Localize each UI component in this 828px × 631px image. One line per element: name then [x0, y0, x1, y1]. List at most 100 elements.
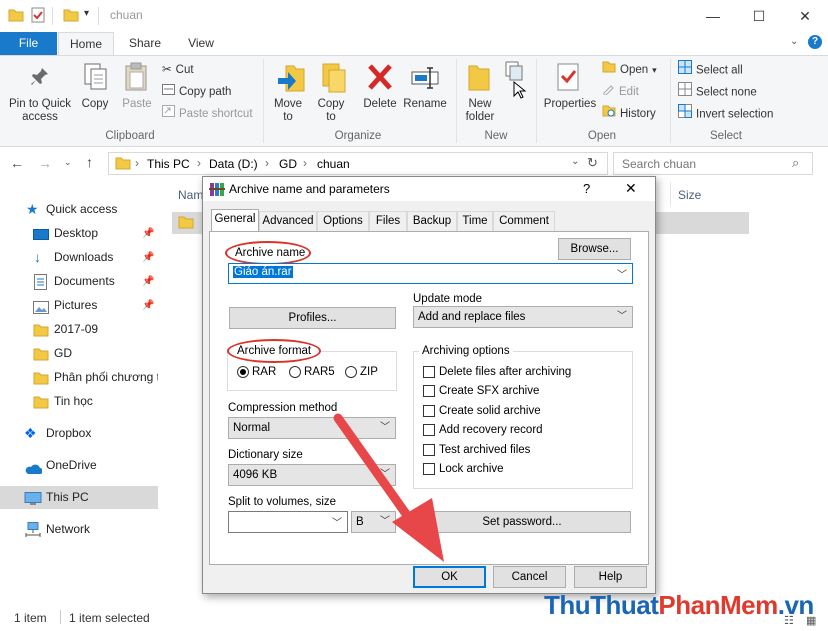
invert-selection-button[interactable]: Invert selection [678, 104, 773, 124]
paste-button[interactable]: Paste [118, 98, 156, 111]
forward-arrow-icon[interactable]: → [38, 155, 52, 171]
select-none-button[interactable]: Select none [678, 82, 757, 102]
tab-backup[interactable]: Backup [407, 211, 457, 231]
cut-button[interactable]: ✂ Cut [162, 60, 194, 80]
breadcrumb-chevron-icon[interactable]: › [303, 156, 307, 170]
recent-locations-icon[interactable]: ⌄ [64, 157, 72, 168]
delete-button[interactable]: Delete [360, 98, 400, 111]
copy-path-button[interactable]: Copy path [162, 82, 231, 102]
nav-label: Quick access [46, 202, 118, 216]
format-zip-radio[interactable]: ZIP [345, 366, 378, 378]
update-mode-select[interactable]: Add and replace files ﹀ [413, 306, 633, 328]
maximize-button[interactable]: ☐ [736, 0, 782, 32]
nav-folder-phan-phoi[interactable]: Phân phối chương t [0, 366, 158, 389]
tab-view[interactable]: View [174, 32, 228, 56]
nav-downloads[interactable]: ↓ Downloads 📌 [0, 246, 158, 269]
dialog-close-button[interactable]: ✕ [625, 180, 637, 197]
expand-ribbon-icon[interactable]: ⌄ [790, 36, 798, 47]
breadcrumb-chevron-icon[interactable]: › [197, 156, 201, 170]
column-header-name[interactable]: Nam [178, 188, 203, 202]
open-folder-icon [602, 60, 616, 80]
tab-options[interactable]: Options [317, 211, 369, 231]
nav-documents[interactable]: Documents 📌 [0, 270, 158, 293]
history-button[interactable]: History [602, 104, 656, 124]
rename-button[interactable]: Rename [402, 98, 448, 111]
move-to-button[interactable]: Move to [270, 98, 306, 124]
copy-path-label: Copy path [179, 86, 232, 99]
browse-button[interactable]: Browse... [558, 238, 631, 260]
tab-advanced[interactable]: Advanced [259, 211, 317, 231]
nav-folder-2017-09[interactable]: 2017-09 [0, 318, 158, 341]
properties-button[interactable]: Properties [540, 98, 600, 111]
new-folder-button[interactable]: New folder [460, 98, 500, 124]
nav-this-pc[interactable]: This PC [0, 486, 158, 509]
new-item-icon[interactable] [504, 60, 532, 103]
pin-to-quick-access-button[interactable]: Pin to Quick access [6, 98, 74, 124]
breadcrumb-current[interactable]: chuan [317, 157, 350, 171]
new-folder-quick-icon[interactable] [63, 8, 79, 25]
breadcrumb-gd[interactable]: GD [279, 157, 297, 171]
paste-shortcut-button[interactable]: Paste shortcut [162, 104, 253, 124]
group-separator [670, 59, 671, 143]
format-rar-radio[interactable]: RAR [237, 366, 276, 378]
organize-group-label: Organize [334, 130, 382, 142]
copy-to-icon [317, 62, 347, 97]
nav-desktop[interactable]: Desktop 📌 [0, 222, 158, 245]
tab-general[interactable]: General [211, 209, 259, 232]
tab-files[interactable]: Files [369, 211, 407, 231]
format-rar5-radio[interactable]: RAR5 [289, 366, 335, 378]
open-button[interactable]: Open ▾ [602, 60, 657, 80]
cancel-button[interactable]: Cancel [493, 566, 566, 588]
computer-icon [24, 491, 42, 514]
option-delete-after[interactable]: Delete files after archiving [423, 366, 571, 378]
nav-quick-access[interactable]: ★ Quick access [0, 198, 158, 221]
move-to-icon [276, 62, 306, 97]
archive-name-input[interactable]: Giáo án.rar ﹀ [228, 263, 633, 284]
nav-pictures[interactable]: Pictures 📌 [0, 294, 158, 317]
tab-file[interactable]: File [0, 32, 57, 56]
address-dropdown-icon[interactable]: ⌄ [571, 156, 579, 167]
breadcrumb-chevron-icon[interactable]: › [265, 156, 269, 170]
tab-time[interactable]: Time [457, 211, 493, 231]
select-none-label: Select none [696, 86, 757, 99]
nav-folder-gd[interactable]: GD [0, 342, 158, 365]
back-arrow-icon[interactable]: ← [10, 155, 24, 171]
search-input[interactable]: Search chuan [613, 152, 813, 175]
status-item-count: 1 item [14, 611, 47, 625]
invert-selection-icon [678, 104, 692, 125]
option-create-sfx[interactable]: Create SFX archive [423, 385, 539, 397]
customize-quick-access-icon[interactable]: ▾ [84, 8, 89, 19]
breadcrumb-drive[interactable]: Data (D:) [209, 157, 258, 171]
nav-onedrive[interactable]: OneDrive [0, 454, 158, 477]
nav-dropbox[interactable]: ❖ Dropbox [0, 422, 158, 445]
copy-to-button[interactable]: Copy to [312, 98, 350, 124]
watermark-part: Thu [544, 590, 591, 620]
select-all-button[interactable]: Select all [678, 60, 743, 80]
copy-button[interactable]: Copy [78, 98, 112, 111]
minimize-button[interactable]: — [690, 0, 736, 32]
help-icon[interactable]: ? [808, 35, 822, 49]
nav-folder-tin-hoc[interactable]: Tin học [0, 390, 158, 413]
select-all-label: Select all [696, 64, 743, 77]
up-arrow-icon[interactable]: ↑ [86, 154, 93, 170]
watermark-part: PhanMem [658, 590, 778, 620]
column-header-size[interactable]: Size [678, 188, 701, 202]
window-title: chuan [110, 8, 143, 22]
nav-network[interactable]: Network [0, 518, 158, 541]
chevron-down-icon[interactable]: ﹀ [617, 266, 627, 281]
breadcrumb-this-pc[interactable]: This PC [147, 157, 190, 171]
properties-quick-icon[interactable] [30, 7, 46, 26]
profiles-button[interactable]: Profiles... [229, 307, 396, 329]
winrar-icon [209, 182, 225, 200]
edit-button[interactable]: Edit [602, 82, 639, 102]
address-bar[interactable]: › This PC › Data (D:) › GD › chuan ⌄ ↻ [108, 152, 608, 175]
close-button[interactable]: ✕ [782, 0, 828, 32]
tab-share[interactable]: Share [118, 32, 172, 56]
breadcrumb-chevron-icon[interactable]: › [135, 156, 139, 170]
refresh-icon[interactable]: ↻ [587, 155, 598, 171]
tab-home[interactable]: Home [58, 32, 114, 56]
dialog-help-button[interactable]: ? [583, 181, 590, 196]
tab-comment[interactable]: Comment [493, 211, 555, 231]
help-button[interactable]: Help [574, 566, 647, 588]
paste-icon [124, 62, 150, 95]
